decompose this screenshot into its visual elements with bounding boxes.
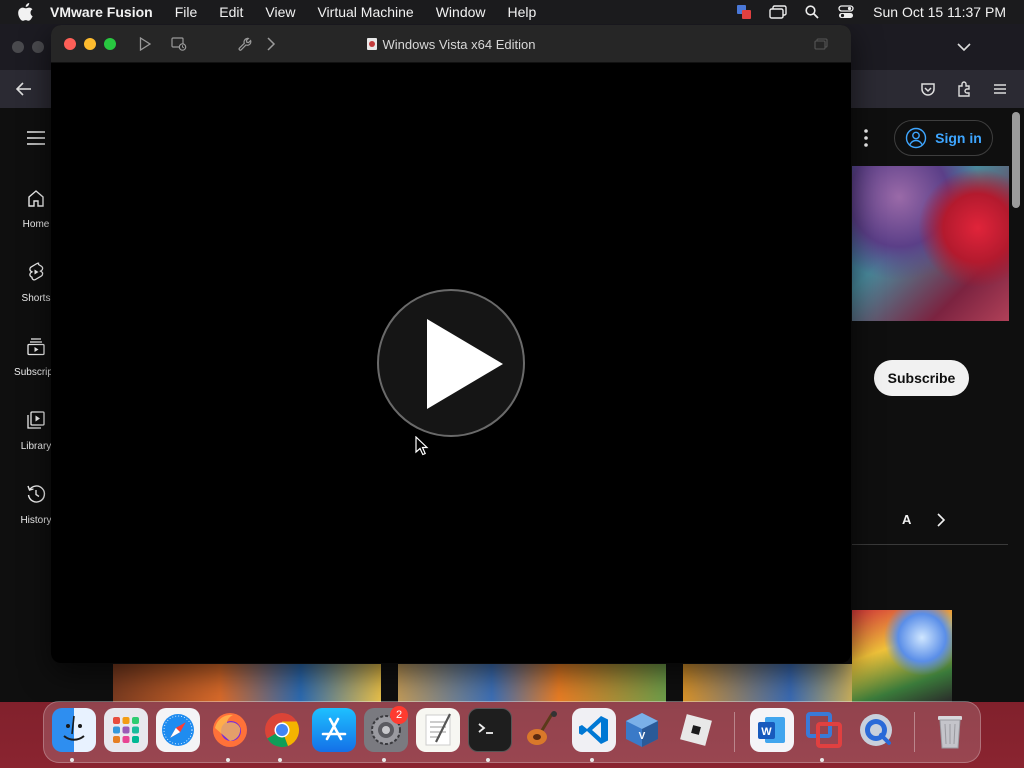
notification-badge: 2 bbox=[390, 706, 408, 724]
dock: V W bbox=[43, 701, 981, 763]
dock-running-indicator bbox=[278, 758, 282, 762]
textedit-icon[interactable] bbox=[416, 708, 460, 752]
menu-edit[interactable]: Edit bbox=[208, 0, 254, 24]
window-minimize-button[interactable] bbox=[84, 38, 96, 50]
finder-icon[interactable] bbox=[52, 708, 96, 752]
chevron-right-icon[interactable] bbox=[934, 512, 948, 528]
window-stack-icon[interactable] bbox=[761, 0, 795, 24]
safari-icon[interactable] bbox=[156, 708, 200, 752]
menu-window[interactable]: Window bbox=[425, 0, 497, 24]
settings-wrench-icon[interactable] bbox=[237, 36, 253, 52]
tab-list-chevron-icon[interactable] bbox=[954, 38, 974, 56]
dock-running-indicator bbox=[382, 758, 386, 762]
chrome-icon[interactable] bbox=[260, 708, 304, 752]
hamburger-menu-icon[interactable] bbox=[26, 128, 46, 148]
virtualbox-icon[interactable]: V bbox=[620, 708, 664, 752]
window-close-button[interactable] bbox=[64, 38, 76, 50]
vmware-fusion-window: Windows Vista x64 Edition bbox=[51, 25, 851, 663]
library-icon bbox=[26, 410, 46, 435]
dock-running-indicator bbox=[590, 758, 594, 762]
browser-minimize-control[interactable] bbox=[32, 41, 44, 53]
roblox-icon[interactable] bbox=[674, 708, 718, 752]
control-center-icon[interactable] bbox=[829, 0, 863, 24]
terminal-icon[interactable] bbox=[468, 708, 512, 752]
screen-share-icon[interactable] bbox=[727, 0, 761, 24]
more-options-icon[interactable] bbox=[858, 127, 874, 149]
menu-help[interactable]: Help bbox=[497, 0, 548, 24]
home-icon bbox=[26, 188, 46, 213]
trash-icon[interactable] bbox=[928, 708, 972, 752]
vm-power-on-play-button[interactable] bbox=[377, 289, 525, 437]
vm-window-titlebar: Windows Vista x64 Edition bbox=[51, 25, 851, 63]
rail-item-label: History bbox=[20, 515, 52, 526]
firefox-icon[interactable] bbox=[208, 708, 252, 752]
launchpad-icon[interactable] bbox=[104, 708, 148, 752]
svg-text:W: W bbox=[761, 726, 772, 738]
menu-bar-clock[interactable]: Sun Oct 15 11:37 PM bbox=[863, 4, 1024, 20]
apple-menu-icon[interactable] bbox=[18, 0, 36, 24]
account-circle-icon bbox=[905, 127, 927, 149]
dock-separator bbox=[914, 712, 915, 752]
browser-menu-icon[interactable] bbox=[990, 79, 1010, 99]
browser-close-control[interactable] bbox=[12, 41, 24, 53]
spotlight-search-icon[interactable] bbox=[795, 0, 829, 24]
rail-item-label: Shorts bbox=[21, 293, 51, 304]
play-icon bbox=[427, 319, 503, 409]
subscriptions-icon bbox=[26, 336, 46, 361]
svg-text:V: V bbox=[639, 731, 646, 742]
window-title-text: Windows Vista x64 Edition bbox=[382, 36, 536, 52]
video-thumbnail[interactable] bbox=[852, 610, 952, 702]
sign-in-button[interactable]: Sign in bbox=[894, 120, 993, 156]
shorts-icon bbox=[26, 262, 46, 287]
vscode-icon[interactable] bbox=[572, 708, 616, 752]
video-thumbnail[interactable] bbox=[113, 664, 381, 702]
quicktime-icon[interactable] bbox=[854, 708, 898, 752]
play-icon[interactable] bbox=[137, 36, 153, 52]
snapshot-icon[interactable] bbox=[171, 36, 187, 52]
dock-running-indicator bbox=[820, 758, 824, 762]
menu-file[interactable]: File bbox=[164, 0, 209, 24]
menu-bar: VMware Fusion File Edit View Virtual Mac… bbox=[0, 0, 1024, 24]
section-divider bbox=[852, 544, 1008, 545]
mouse-cursor-icon bbox=[415, 435, 429, 456]
vmware-fusion-icon[interactable] bbox=[802, 708, 846, 752]
dock-separator bbox=[734, 712, 735, 752]
rail-item-label: Home bbox=[22, 219, 50, 230]
fullscreen-icon[interactable] bbox=[813, 36, 829, 52]
dock-running-indicator bbox=[226, 758, 230, 762]
filter-chip[interactable]: A bbox=[902, 512, 911, 527]
page-scrollbar[interactable] bbox=[1012, 112, 1020, 208]
history-icon bbox=[26, 484, 46, 509]
sign-in-label: Sign in bbox=[935, 130, 982, 146]
back-arrow-icon[interactable] bbox=[14, 80, 34, 98]
app-menu[interactable]: VMware Fusion bbox=[50, 0, 164, 24]
garageband-icon[interactable] bbox=[520, 708, 564, 752]
subscribe-button[interactable]: Subscribe bbox=[874, 360, 969, 396]
dock-running-indicator bbox=[70, 758, 74, 762]
app-store-icon[interactable] bbox=[312, 708, 356, 752]
chevron-right-icon[interactable] bbox=[263, 36, 279, 52]
vm-document-icon bbox=[366, 38, 377, 50]
video-thumbnail[interactable] bbox=[398, 664, 666, 702]
window-zoom-button[interactable] bbox=[104, 38, 116, 50]
rail-item-label: Library bbox=[20, 441, 52, 452]
extensions-icon[interactable] bbox=[954, 79, 974, 99]
pocket-icon[interactable] bbox=[918, 79, 938, 99]
menu-virtual-machine[interactable]: Virtual Machine bbox=[306, 0, 424, 24]
channel-banner-image bbox=[852, 166, 1009, 321]
word-icon[interactable]: W bbox=[750, 708, 794, 752]
menu-view[interactable]: View bbox=[254, 0, 306, 24]
dock-running-indicator bbox=[486, 758, 490, 762]
